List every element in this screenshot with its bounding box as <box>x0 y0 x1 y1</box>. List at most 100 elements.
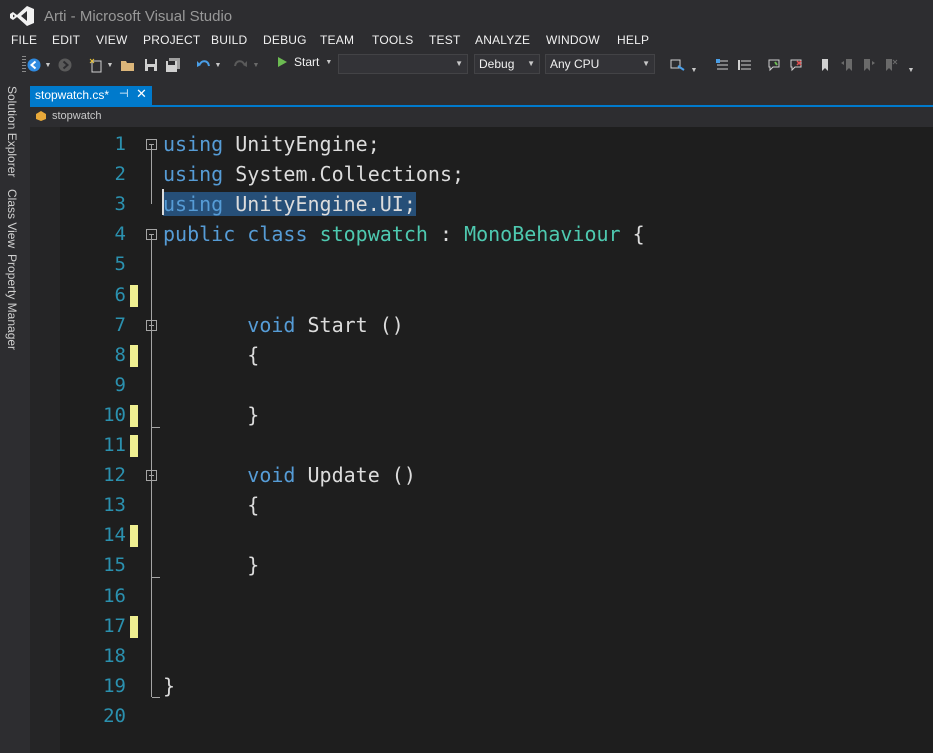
navigation-bar[interactable]: stopwatch <box>30 107 933 126</box>
code-line[interactable]: 20 <box>0 702 903 732</box>
bookmark-clear-icon[interactable] <box>786 55 806 75</box>
code-line[interactable]: 4 public class stopwatch : MonoBehaviour … <box>0 220 903 250</box>
unsaved-change-marker <box>130 344 138 367</box>
unsaved-change-marker <box>130 525 138 548</box>
comment-out-icon[interactable] <box>712 55 732 75</box>
code-token: class <box>247 222 308 247</box>
toolbar-overflow-chevron-icon[interactable]: ▼ <box>906 60 916 80</box>
menu-view[interactable]: VIEW <box>96 33 127 47</box>
code-token: void <box>247 312 296 337</box>
code-token: using <box>163 192 224 217</box>
code-line[interactable]: 16 <box>0 582 903 612</box>
code-line[interactable]: 18 <box>0 642 903 672</box>
line-number: 20 <box>103 704 126 727</box>
code-line[interactable]: 6 <box>0 281 903 311</box>
code-line[interactable]: 19} <box>0 672 903 702</box>
menu-team[interactable]: TEAM <box>320 33 354 47</box>
code-token: { <box>163 493 260 518</box>
unsaved-change-marker <box>130 284 138 307</box>
code-line[interactable]: 12 void Update () <box>0 461 903 491</box>
document-tab-label: stopwatch.cs* <box>35 88 110 102</box>
code-text[interactable]: { <box>163 343 259 367</box>
attach-to-process-icon[interactable] <box>668 55 688 75</box>
menu-debug[interactable]: DEBUG <box>263 33 307 47</box>
secondary-toolbar-icons: ▼ ▼ <box>0 52 933 78</box>
document-tab-stopwatch[interactable]: stopwatch.cs* ⊣ ✕ <box>30 86 152 105</box>
code-line[interactable]: 3 using UnityEngine.UI; <box>0 190 903 220</box>
code-line[interactable]: 5 <box>0 250 903 280</box>
unsaved-change-marker <box>130 615 138 638</box>
menu-help[interactable]: HELP <box>617 33 649 47</box>
code-line[interactable]: 8 { <box>0 341 903 371</box>
line-number: 8 <box>114 343 126 366</box>
menu-analyze[interactable]: ANALYZE <box>475 33 530 47</box>
menu-tools[interactable]: TOOLS <box>372 33 413 47</box>
pin-icon[interactable]: ⊣ <box>119 87 129 100</box>
line-number: 15 <box>103 554 126 577</box>
line-number: 19 <box>103 674 126 697</box>
menu-project[interactable]: PROJECT <box>143 33 200 47</box>
menu-window[interactable]: WINDOW <box>546 33 600 47</box>
close-icon[interactable]: ✕ <box>136 86 147 102</box>
code-text[interactable]: } <box>163 674 175 698</box>
code-token: } <box>163 673 176 698</box>
code-text[interactable]: void Update () <box>163 463 416 487</box>
code-line[interactable]: 11 <box>0 431 903 461</box>
outline-end-class <box>152 697 160 698</box>
line-number: 13 <box>103 494 126 517</box>
line-number: 14 <box>103 524 126 547</box>
code-token: MonoBehaviour <box>464 222 621 247</box>
code-text[interactable]: using System.Collections; <box>163 162 464 186</box>
clear-bookmarks-icon[interactable] <box>882 55 900 75</box>
code-line[interactable]: 15 } <box>0 551 903 581</box>
code-line[interactable]: 2 using System.Collections; <box>0 160 903 190</box>
code-line[interactable]: 9 <box>0 371 903 401</box>
line-number: 5 <box>114 253 126 276</box>
bookmark-prev-icon[interactable] <box>764 55 784 75</box>
uncomment-icon[interactable] <box>734 55 754 75</box>
code-token: System.Collections; <box>223 162 465 187</box>
line-number: 7 <box>114 313 126 336</box>
code-text[interactable]: } <box>163 553 259 577</box>
code-token: { <box>620 222 645 247</box>
code-token: Update () <box>295 463 416 488</box>
code-line[interactable]: 14 <box>0 521 903 551</box>
class-icon <box>36 111 46 121</box>
code-line[interactable]: 13 { <box>0 491 903 521</box>
outline-guide-usings <box>151 144 152 204</box>
code-text[interactable]: using UnityEngine.UI; <box>163 192 416 217</box>
code-line[interactable]: 1 using UnityEngine; <box>0 130 903 160</box>
line-number: 9 <box>114 373 126 396</box>
code-token: stopwatch <box>319 222 428 247</box>
code-line[interactable]: 7 void Start () <box>0 311 903 341</box>
code-text[interactable]: void Start () <box>163 313 404 337</box>
bookmark-icon[interactable] <box>816 55 834 75</box>
menu-build[interactable]: BUILD <box>211 33 247 47</box>
code-token: using <box>163 132 224 156</box>
code-token: : <box>427 222 465 247</box>
title-bar: Arti - Microsoft Visual Studio <box>0 0 933 31</box>
menu-test[interactable]: TEST <box>429 33 460 47</box>
code-token: UnityEngine; <box>223 132 380 156</box>
overflow-chevron-icon[interactable]: ▼ <box>690 60 698 80</box>
code-token: UnityEngine.UI; <box>223 192 416 217</box>
code-line[interactable]: 17 <box>0 612 903 642</box>
code-text[interactable]: { <box>163 493 259 517</box>
line-number: 11 <box>103 434 126 456</box>
code-token: Start () <box>295 312 404 337</box>
code-text[interactable]: } <box>163 403 259 427</box>
menu-file[interactable]: FILE <box>11 33 37 47</box>
code-text[interactable]: using UnityEngine; <box>163 132 380 156</box>
code-text[interactable]: public class stopwatch : MonoBehaviour { <box>163 222 645 246</box>
outline-end-update <box>152 577 160 578</box>
code-line[interactable]: 10 } <box>0 401 903 431</box>
code-token: } <box>163 553 260 578</box>
previous-bookmark-icon[interactable] <box>838 55 856 75</box>
code-token: } <box>163 402 260 427</box>
unsaved-change-marker <box>130 435 138 457</box>
menu-edit[interactable]: EDIT <box>52 33 80 47</box>
next-bookmark-icon[interactable] <box>860 55 878 75</box>
